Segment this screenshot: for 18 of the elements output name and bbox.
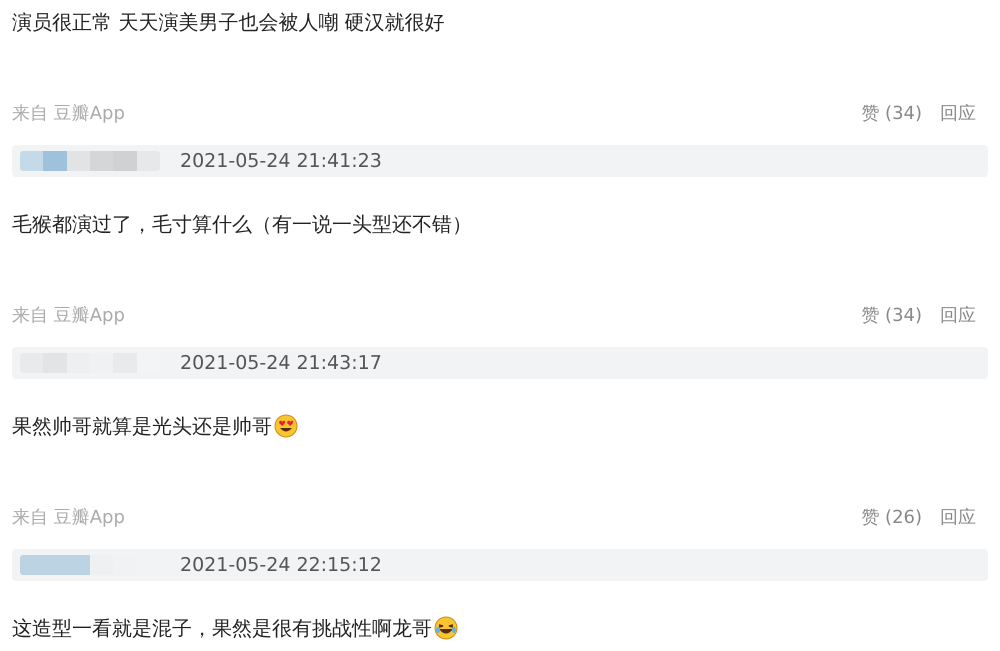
comment-text: 毛猴都演过了，毛寸算什么（有一说一头型还不错）	[12, 212, 472, 236]
like-link[interactable]: 赞 (26)	[861, 504, 922, 530]
comment-text: 演员很正常 天天演美男子也会被人嘲 硬汉就很好	[12, 10, 446, 34]
timestamp: 2021-05-24 21:41:23	[180, 148, 382, 174]
timestamp: 2021-05-24 21:43:17	[180, 350, 382, 376]
comment-text: 果然帅哥就算是光头还是帅哥	[12, 414, 272, 438]
reply-link[interactable]: 回应	[940, 302, 976, 328]
source-label: 来自 豆瓣App	[12, 304, 125, 328]
like-link[interactable]: 赞 (34)	[861, 302, 922, 328]
reply-link[interactable]: 回应	[940, 504, 976, 530]
timestamp: 2021-05-24 22:15:12	[180, 552, 382, 578]
heart-eyes-emoji-icon	[274, 414, 298, 438]
laughing-emoji-icon	[434, 616, 458, 640]
source-label: 来自 豆瓣App	[12, 102, 125, 126]
comment-text: 这造型一看就是混子，果然是很有挑战性啊龙哥	[12, 616, 432, 640]
source-label: 来自 豆瓣App	[12, 506, 125, 530]
reply-link[interactable]: 回应	[940, 100, 976, 126]
like-link[interactable]: 赞 (34)	[861, 100, 922, 126]
